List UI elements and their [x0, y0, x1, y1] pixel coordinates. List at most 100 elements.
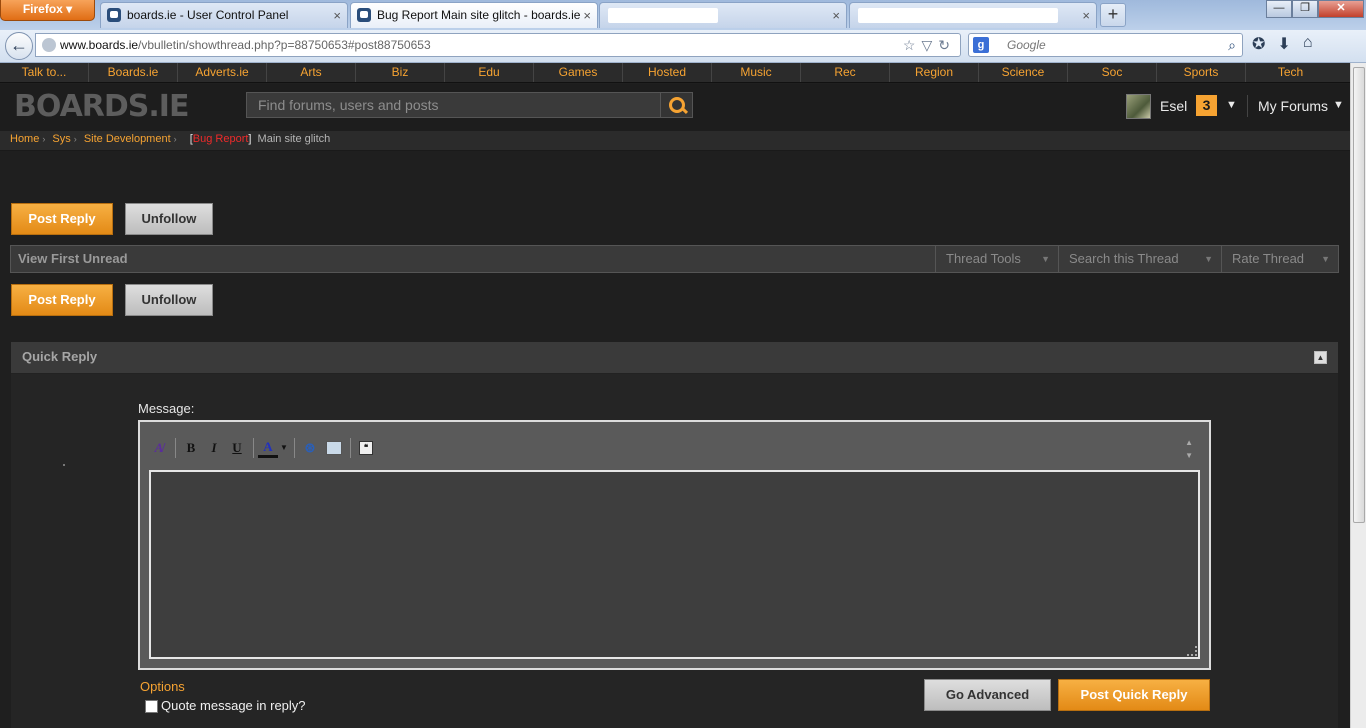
italic-icon[interactable]: I [203, 437, 225, 459]
google-engine-icon[interactable]: g [973, 37, 989, 53]
post-quick-reply-button[interactable]: Post Quick Reply [1058, 679, 1210, 711]
boards-logo[interactable]: BOARDS.IE [14, 92, 189, 122]
decorative-dot [63, 464, 65, 466]
insert-link-icon[interactable]: ⊛ [299, 437, 321, 459]
thread-tools-label: Thread Tools [946, 251, 1021, 266]
chevron-down-icon[interactable]: ▼ [1333, 99, 1344, 111]
chevron-right-icon: › [42, 134, 46, 144]
notification-badge[interactable]: 3 [1196, 95, 1217, 116]
collapse-icon[interactable]: ▲ [1314, 351, 1327, 364]
chevron-right-icon: › [173, 134, 177, 144]
category-arts[interactable]: Arts [267, 63, 356, 82]
category-music[interactable]: Music [712, 63, 801, 82]
search-thread-label: Search this Thread [1069, 251, 1179, 266]
avatar[interactable] [1126, 94, 1151, 119]
tab-close-icon[interactable]: × [333, 3, 341, 28]
post-reply-button[interactable]: Post Reply [11, 284, 113, 316]
bold-icon[interactable]: B [180, 437, 202, 459]
go-advanced-button[interactable]: Go Advanced [924, 679, 1051, 711]
bookmarks-menu-icon[interactable]: ✪ [1252, 34, 1265, 54]
message-textarea[interactable] [149, 470, 1200, 659]
category-edu[interactable]: Edu [445, 63, 534, 82]
url-path: /vbulletin/showthread.php?p=88750653#pos… [138, 38, 431, 52]
chevron-down-icon: ▼ [1321, 254, 1330, 264]
firefox-menu-button[interactable]: Firefox ▾ [0, 0, 95, 21]
search-thread-menu[interactable]: Search this Thread ▼ [1058, 246, 1221, 272]
tab-close-icon[interactable]: × [583, 3, 591, 28]
username[interactable]: Esel [1160, 98, 1187, 114]
breadcrumb-sys[interactable]: Sys [52, 133, 70, 145]
url-bar[interactable]: www.boards.ie/vbulletin/showthread.php?p… [35, 33, 961, 57]
options-toggle[interactable]: Options [140, 679, 185, 694]
search-icon[interactable]: ⌕ [1228, 34, 1236, 56]
category-talk-to[interactable]: Talk to... [0, 63, 89, 82]
scrollbar-thumb[interactable] [1353, 67, 1365, 523]
message-label: Message: [138, 401, 195, 416]
tab-user-control-panel[interactable]: boards.ie - User Control Panel × [100, 2, 348, 28]
breadcrumb-home[interactable]: Home [10, 133, 39, 145]
remove-format-icon[interactable]: A̸ [148, 437, 170, 459]
downloads-icon[interactable]: ⬇ [1277, 34, 1290, 54]
my-forums-menu[interactable]: My Forums [1247, 95, 1328, 117]
tab-bug-report[interactable]: Bug Report Main site glitch - boards.ie … [350, 2, 598, 28]
new-tab-button[interactable]: + [1100, 3, 1126, 27]
post-reply-button[interactable]: Post Reply [11, 203, 113, 235]
page-content: Talk to... Boards.ie Adverts.ie Arts Biz… [0, 63, 1350, 728]
category-rec[interactable]: Rec [801, 63, 890, 82]
back-button[interactable]: ← [5, 32, 33, 60]
insert-image-icon[interactable] [326, 441, 342, 455]
chevron-down-icon[interactable]: ▼ [1226, 99, 1237, 111]
resize-handle-icon[interactable] [1187, 646, 1197, 656]
category-hosted[interactable]: Hosted [623, 63, 712, 82]
underline-icon[interactable]: U [226, 437, 248, 459]
quote-message-checkbox[interactable] [145, 700, 158, 713]
tab-redacted-1[interactable]: × [599, 2, 847, 28]
category-science[interactable]: Science [979, 63, 1068, 82]
maximize-icon[interactable]: ❐ [1292, 0, 1318, 18]
forum-search-input[interactable]: Find forums, users and posts [246, 92, 661, 118]
unfollow-button[interactable]: Unfollow [125, 203, 213, 235]
redacted-title [858, 8, 1058, 23]
site-identity-icon[interactable] [42, 38, 56, 52]
category-adverts[interactable]: Adverts.ie [178, 63, 267, 82]
category-boards[interactable]: Boards.ie [89, 63, 178, 82]
redacted-title [608, 8, 718, 23]
chevron-down-icon[interactable]: ▼ [279, 437, 289, 459]
prefix-bracket: ] [248, 133, 252, 145]
reload-icon[interactable]: ↻ [938, 37, 956, 53]
browser-chrome: Firefox ▾ boards.ie - User Control Panel… [0, 0, 1366, 63]
category-games[interactable]: Games [534, 63, 623, 82]
page-scrollbar[interactable] [1350, 63, 1366, 728]
toolbar-right: ✪ ⬇ ⌂ [1252, 34, 1312, 54]
category-tech[interactable]: Tech [1246, 63, 1335, 82]
browser-search-input[interactable]: g Google ⌕ [968, 33, 1243, 57]
rate-thread-menu[interactable]: Rate Thread ▼ [1221, 246, 1338, 272]
search-icon[interactable] [660, 92, 693, 118]
editor-toolbar: A̸ B I U A ▼ ⊛ ❝ [148, 436, 377, 460]
thread-tools-menu[interactable]: Thread Tools ▼ [935, 246, 1058, 272]
home-icon[interactable]: ⌂ [1303, 34, 1313, 54]
tab-title: Bug Report Main site glitch - boards.ie [377, 8, 581, 22]
unfollow-button[interactable]: Unfollow [125, 284, 213, 316]
site-header: BOARDS.IE Find forums, users and posts E… [0, 84, 1350, 131]
category-sports[interactable]: Sports [1157, 63, 1246, 82]
category-biz[interactable]: Biz [356, 63, 445, 82]
quote-message-label[interactable]: Quote message in reply? [161, 698, 306, 713]
category-region[interactable]: Region [890, 63, 979, 82]
close-window-icon[interactable]: ✕ [1318, 0, 1364, 18]
rate-thread-label: Rate Thread [1232, 251, 1305, 266]
navigation-toolbar: ← www.boards.ie/vbulletin/showthread.php… [0, 30, 1366, 63]
insert-quote-icon[interactable]: ❝ [359, 441, 373, 455]
resize-arrows-icon[interactable]: ▲ ▼ [1185, 436, 1193, 462]
tab-close-icon[interactable]: × [1082, 3, 1090, 28]
category-soc[interactable]: Soc [1068, 63, 1157, 82]
view-first-unread-link[interactable]: View First Unread [18, 246, 128, 272]
minimize-icon[interactable]: — [1266, 0, 1292, 18]
history-dropdown-icon[interactable]: ▽ [921, 37, 938, 53]
tab-redacted-2[interactable]: × [849, 2, 1097, 28]
tab-close-icon[interactable]: × [832, 3, 840, 28]
bookmark-star-icon[interactable]: ☆ [903, 37, 922, 53]
boards-favicon-icon [357, 8, 371, 22]
font-color-icon[interactable]: A [258, 438, 278, 458]
breadcrumb-site-development[interactable]: Site Development [84, 133, 171, 145]
